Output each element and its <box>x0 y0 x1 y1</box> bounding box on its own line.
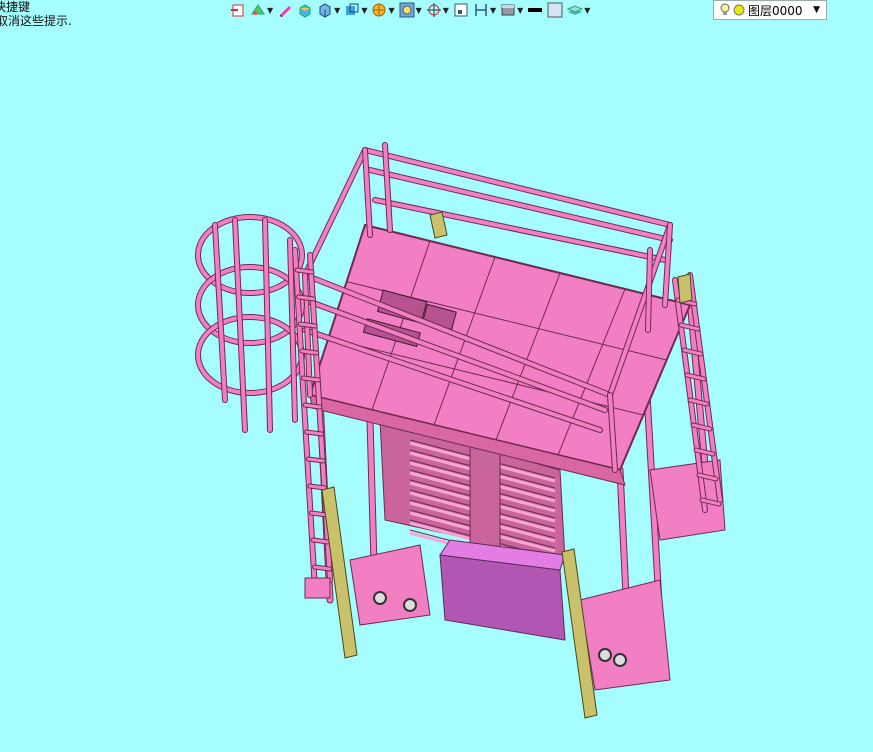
support-post <box>677 273 693 304</box>
ladder-rung <box>301 376 320 382</box>
ladder-rung <box>297 295 316 301</box>
guard-rail <box>363 148 672 227</box>
castor-wheel <box>598 648 612 662</box>
ladder-rung <box>305 430 324 436</box>
ladder-cage-bar <box>263 218 272 432</box>
ladder-rung <box>298 322 317 328</box>
cad-model-viewport[interactable] <box>0 0 873 752</box>
ladder-rung <box>308 484 327 490</box>
ladder-rung <box>295 268 314 274</box>
ladder-rung <box>306 457 325 463</box>
rail-post <box>646 248 652 332</box>
castor-wheel <box>403 598 417 612</box>
ladder-foot <box>304 577 331 599</box>
castor-wheel <box>613 653 627 667</box>
ladder-rung <box>300 349 319 355</box>
ladder-rung <box>309 511 328 517</box>
base-plate <box>349 544 431 626</box>
rail-post <box>363 148 372 237</box>
ladder-rung <box>311 538 330 544</box>
ladder-cage-ring <box>196 315 304 395</box>
ladder-rung <box>303 403 322 409</box>
ladder-cage-bar <box>233 218 247 432</box>
base-plate <box>579 579 671 691</box>
ladder-cage-bar <box>213 223 227 402</box>
ladder-rung <box>313 565 332 571</box>
castor-wheel <box>373 591 387 605</box>
